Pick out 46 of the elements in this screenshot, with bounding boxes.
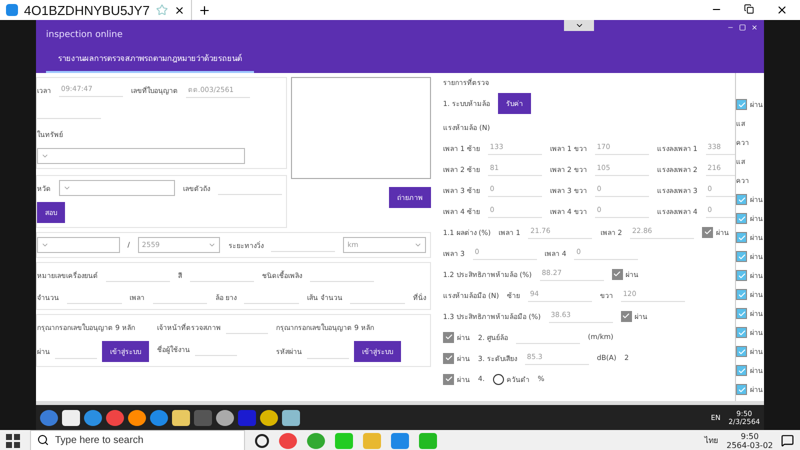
dropdown[interactable] (37, 237, 120, 253)
notification-icon[interactable] (781, 434, 794, 447)
checkbox[interactable] (736, 194, 747, 205)
checkbox[interactable] (443, 352, 454, 364)
language-indicator[interactable]: ไทย (704, 434, 718, 447)
checkbox[interactable] (736, 289, 747, 300)
checkbox[interactable] (620, 310, 632, 322)
close-icon[interactable] (776, 4, 788, 16)
checkbox[interactable] (736, 251, 747, 262)
checkbox[interactable] (736, 270, 747, 281)
checkbox[interactable] (443, 374, 454, 384)
checkbox[interactable] (736, 327, 747, 338)
clock-date: 2564-03-02 (726, 440, 773, 450)
tab-title[interactable]: 4O1BZDHNYBU5JY7 (24, 2, 150, 18)
search-field[interactable]: Type here to search (30, 430, 245, 450)
close-icon[interactable] (174, 4, 185, 16)
star-icon[interactable] (156, 4, 168, 16)
clock-time: 9:50 (740, 432, 759, 440)
circle-icon[interactable] (255, 434, 269, 448)
maximize-icon[interactable] (739, 24, 746, 31)
restore-icon[interactable] (744, 4, 754, 14)
tab[interactable]: รายงานผลการตรวจสภาพรถตามกฎหมายว่าด้วยรถยนต์ (46, 48, 254, 73)
checkbox[interactable] (736, 99, 747, 110)
app-title: inspection online (45, 30, 124, 42)
caret-icon (63, 184, 71, 192)
dropdown[interactable] (59, 180, 175, 196)
checkbox[interactable] (736, 346, 747, 357)
checkbox[interactable] (736, 384, 747, 395)
dropdown[interactable] (37, 148, 245, 164)
caret-icon (208, 241, 216, 249)
caret-icon (41, 241, 49, 249)
checkbox[interactable] (736, 365, 747, 376)
checkbox[interactable] (736, 232, 747, 243)
close-icon[interactable] (751, 24, 758, 31)
checkbox[interactable] (736, 308, 747, 319)
checkbox[interactable] (612, 268, 623, 280)
caret-icon (41, 152, 49, 160)
new-tab-icon[interactable] (198, 4, 211, 16)
toolbar-handle[interactable] (564, 20, 594, 31)
windows-logo-icon[interactable] (6, 434, 20, 448)
radio-button[interactable] (492, 374, 504, 384)
search-icon (37, 434, 49, 446)
checkbox[interactable] (443, 332, 454, 342)
checkbox[interactable] (702, 226, 714, 238)
checkbox[interactable] (736, 213, 747, 224)
caret-icon (414, 241, 422, 249)
